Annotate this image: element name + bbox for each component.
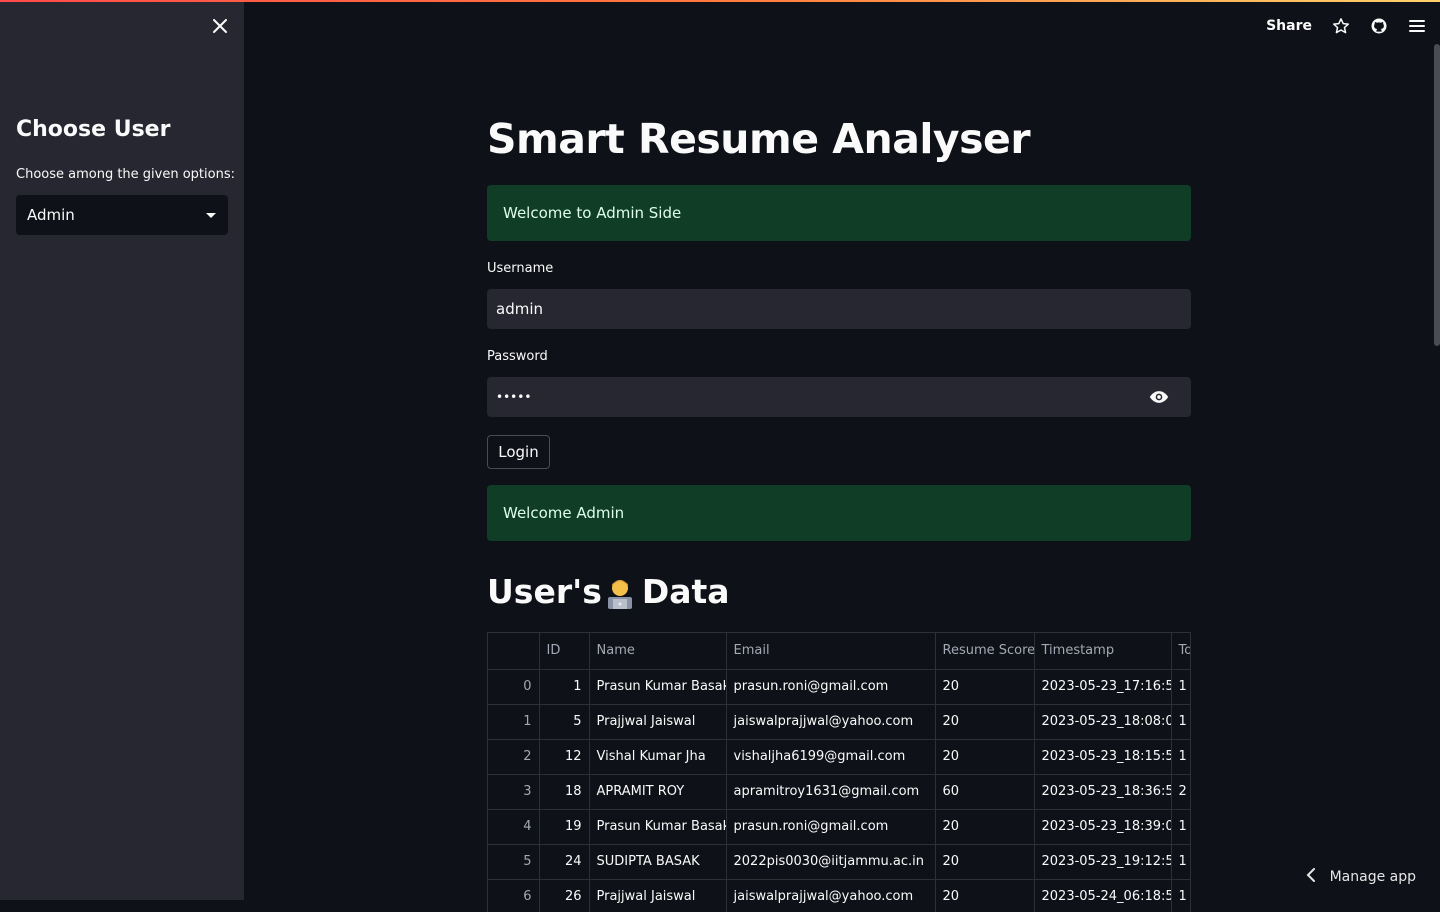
column-header-id[interactable]: ID: [539, 633, 590, 670]
alert-text: Welcome Admin: [503, 504, 625, 522]
table-row[interactable]: 2 12 Vishal Kumar Jha vishaljha6199@gmail.c…: [488, 739, 1190, 775]
row-index[interactable]: 3: [488, 774, 540, 810]
manage-app-label: Manage app: [1329, 869, 1416, 885]
username-field[interactable]: admin: [487, 289, 1191, 329]
email-cell[interactable]: prasun.roni@gmail.com: [726, 669, 936, 705]
caret-down-icon: [206, 212, 216, 218]
alert-text: Welcome to Admin Side: [503, 204, 682, 222]
row-index[interactable]: 5: [488, 844, 540, 880]
star-icon[interactable]: [1332, 17, 1350, 35]
total-cell[interactable]: 1: [1171, 704, 1190, 740]
share-button[interactable]: Share: [1266, 18, 1312, 34]
id-cell[interactable]: 12: [539, 739, 590, 775]
column-header-timestamp[interactable]: Timestamp: [1034, 633, 1172, 670]
close-sidebar-icon[interactable]: [208, 14, 232, 38]
name-cell[interactable]: Vishal Kumar Jha: [589, 739, 727, 775]
users-data-table[interactable]: ID Name Email Resume Score Timestamp To …: [487, 632, 1191, 912]
table-row[interactable]: 5 24 SUDIPTA BASAK 2022pis0030@iitjammu.ac.…: [488, 844, 1190, 880]
manage-app-button[interactable]: Manage app: [1306, 866, 1416, 888]
email-cell[interactable]: jaiswalprajjwal@yahoo.com: [726, 879, 936, 912]
title-prefix: User's: [487, 572, 602, 611]
email-cell[interactable]: vishaljha6199@gmail.com: [726, 739, 936, 775]
row-index[interactable]: 6: [488, 879, 540, 912]
user-type-select[interactable]: Admin: [16, 195, 228, 235]
score-cell[interactable]: 20: [935, 809, 1035, 845]
id-cell[interactable]: 5: [539, 704, 590, 740]
select-value: Admin: [27, 206, 75, 224]
id-cell[interactable]: 18: [539, 774, 590, 810]
timestamp-cell[interactable]: 2023-05-23_18:36:56: [1034, 774, 1172, 810]
select-label: Choose among the given options:: [16, 167, 235, 182]
score-cell[interactable]: 20: [935, 669, 1035, 705]
id-cell[interactable]: 19: [539, 809, 590, 845]
column-header-index[interactable]: [488, 633, 540, 670]
total-cell[interactable]: 2: [1171, 774, 1190, 810]
timestamp-cell[interactable]: 2023-05-24_06:18:59: [1034, 879, 1172, 912]
timestamp-cell[interactable]: 2023-05-23_18:08:03: [1034, 704, 1172, 740]
welcome-admin-side-alert: Welcome to Admin Side: [487, 185, 1191, 241]
sidebar-title: Choose User: [16, 117, 171, 142]
timestamp-cell[interactable]: 2023-05-23_19:12:52: [1034, 844, 1172, 880]
row-index[interactable]: 2: [488, 739, 540, 775]
name-cell[interactable]: SUDIPTA BASAK: [589, 844, 727, 880]
score-cell[interactable]: 60: [935, 774, 1035, 810]
header-actions: Share: [1266, 14, 1426, 38]
name-cell[interactable]: Prajjwal Jaiswal: [589, 704, 727, 740]
password-field[interactable]: •••••: [487, 377, 1191, 417]
total-cell[interactable]: 1: [1171, 809, 1190, 845]
password-label: Password: [487, 349, 548, 364]
table-row[interactable]: 6 26 Prajjwal Jaiswal jaiswalprajjwal@yahoo…: [488, 879, 1190, 912]
hamburger-menu-icon[interactable]: [1408, 17, 1426, 35]
name-cell[interactable]: Prasun Kumar Basak: [589, 669, 727, 705]
score-cell[interactable]: 20: [935, 704, 1035, 740]
timestamp-cell[interactable]: 2023-05-23_18:15:58: [1034, 739, 1172, 775]
table-row[interactable]: 0 1 Prasun Kumar Basak prasun.roni@gmail.co…: [488, 669, 1190, 705]
table-row[interactable]: 4 19 Prasun Kumar Basak prasun.roni@gmail.c…: [488, 809, 1190, 845]
users-data-title: User's Data: [487, 572, 730, 611]
username-label: Username: [487, 261, 554, 276]
total-cell[interactable]: 1: [1171, 844, 1190, 880]
email-cell[interactable]: prasun.roni@gmail.com: [726, 809, 936, 845]
email-cell[interactable]: apramitroy1631@gmail.com: [726, 774, 936, 810]
score-cell[interactable]: 20: [935, 844, 1035, 880]
id-cell[interactable]: 1: [539, 669, 590, 705]
row-index[interactable]: 1: [488, 704, 540, 740]
username-value: admin: [496, 300, 543, 318]
column-header-name[interactable]: Name: [589, 633, 727, 670]
timestamp-cell[interactable]: 2023-05-23_18:39:07: [1034, 809, 1172, 845]
title-suffix: Data: [641, 572, 730, 611]
row-index[interactable]: 4: [488, 809, 540, 845]
welcome-admin-alert: Welcome Admin: [487, 485, 1191, 541]
score-cell[interactable]: 20: [935, 739, 1035, 775]
table-header-row: ID Name Email Resume Score Timestamp To: [488, 633, 1190, 670]
column-header-resume-score[interactable]: Resume Score: [935, 633, 1035, 670]
top-decoration-bar: [0, 0, 1440, 2]
id-cell[interactable]: 24: [539, 844, 590, 880]
timestamp-cell[interactable]: 2023-05-23_17:16:50: [1034, 669, 1172, 705]
table-row[interactable]: 3 18 APRAMIT ROY apramitroy1631@gmail.com 60…: [488, 774, 1190, 810]
chevron-left-icon: [1306, 868, 1316, 886]
total-cell[interactable]: 1: [1171, 879, 1190, 912]
scrollbar-thumb[interactable]: [1434, 44, 1440, 346]
technologist-emoji-icon: [604, 575, 636, 609]
name-cell[interactable]: APRAMIT ROY: [589, 774, 727, 810]
column-header-email[interactable]: Email: [726, 633, 936, 670]
total-cell[interactable]: 1: [1171, 739, 1190, 775]
name-cell[interactable]: Prasun Kumar Basak: [589, 809, 727, 845]
column-header-total[interactable]: To: [1171, 633, 1190, 670]
total-cell[interactable]: 1: [1171, 669, 1190, 705]
github-icon[interactable]: [1370, 17, 1388, 35]
score-cell[interactable]: 20: [935, 879, 1035, 912]
sidebar: Choose User Choose among the given optio…: [0, 0, 244, 900]
email-cell[interactable]: jaiswalprajjwal@yahoo.com: [726, 704, 936, 740]
row-index[interactable]: 0: [488, 669, 540, 705]
email-cell[interactable]: 2022pis0030@iitjammu.ac.in: [726, 844, 936, 880]
name-cell[interactable]: Prajjwal Jaiswal: [589, 879, 727, 912]
login-button[interactable]: Login: [487, 435, 550, 469]
password-value: •••••: [496, 390, 532, 404]
id-cell[interactable]: 26: [539, 879, 590, 912]
eye-icon[interactable]: [1149, 387, 1169, 407]
page-title: Smart Resume Analyser: [487, 115, 1031, 163]
table-row[interactable]: 1 5 Prajjwal Jaiswal jaiswalprajjwal@yahoo.…: [488, 704, 1190, 740]
